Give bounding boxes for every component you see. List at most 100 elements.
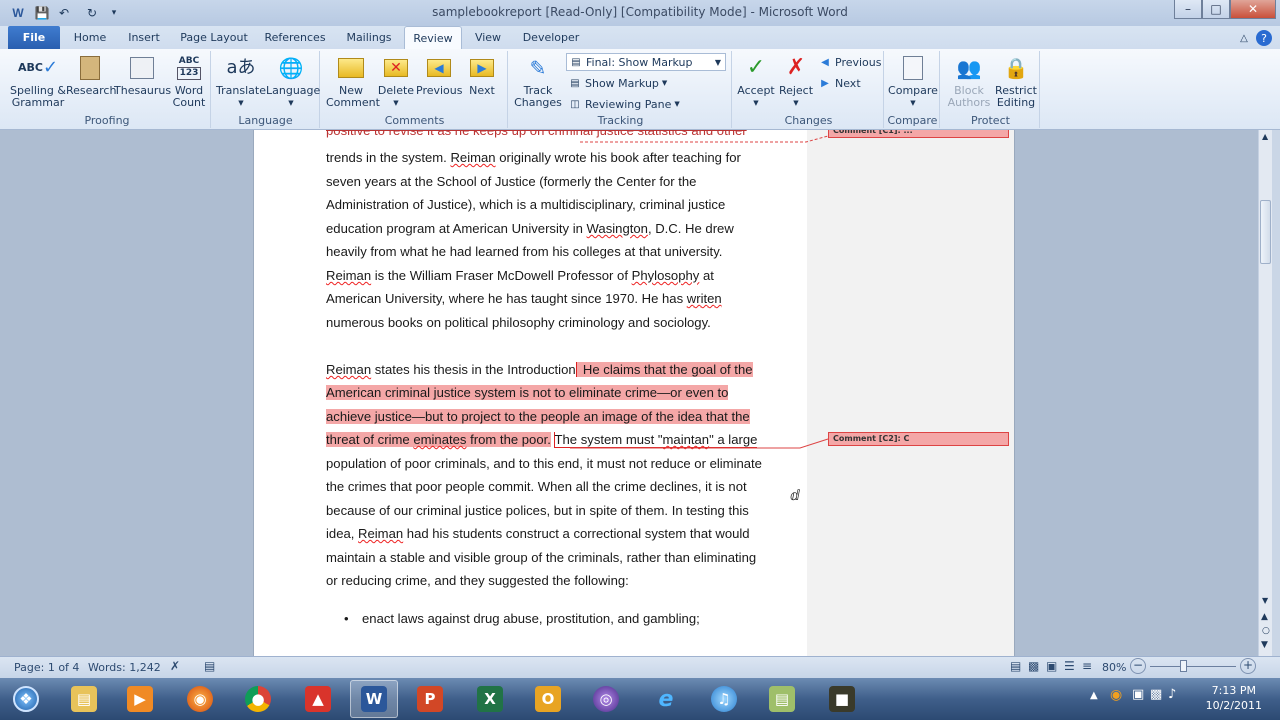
zoom-out-button[interactable]: − [1130, 658, 1146, 674]
comment-anchor-2[interactable]: The system must "maintan" a large [553, 432, 758, 448]
restrict-editing-button[interactable]: 🔒 Restrict Editing [994, 53, 1038, 109]
text-line: Reiman is the William Fraser McDowell Pr… [326, 268, 714, 283]
taskbar-app-red[interactable]: ▲ [294, 680, 342, 718]
scrollbar-thumb[interactable] [1260, 200, 1271, 264]
page-count[interactable]: Page: 1 of 4 [14, 661, 79, 674]
taskbar-app-purple[interactable]: ◎ [582, 680, 630, 718]
tab-page-layout[interactable]: Page Layout [176, 26, 252, 49]
misspelled-word[interactable]: Reiman [326, 268, 371, 283]
taskbar-firefox[interactable]: ◉ [176, 680, 224, 718]
tab-mailings[interactable]: Mailings [338, 26, 400, 49]
word-count[interactable]: Words: 1,242 [88, 661, 161, 674]
web-layout-icon[interactable]: ▣ [1046, 659, 1057, 673]
previous-page-icon[interactable]: ▲ [1261, 612, 1268, 622]
tab-view[interactable]: View [468, 26, 508, 49]
taskbar-excel[interactable]: X [466, 680, 514, 718]
thesaurus-button[interactable]: Thesaurus [114, 53, 171, 97]
tab-references[interactable]: References [260, 26, 330, 49]
display-for-review-select[interactable]: ▤ Final: Show Markup ▼ [566, 53, 726, 71]
itunes-icon: ♫ [711, 686, 737, 712]
delete-comment-button[interactable]: ✕ Delete ▼ [376, 53, 416, 109]
next-comment-button[interactable]: ▶ Next [462, 53, 502, 97]
print-layout-view-icon[interactable]: ▤ [1010, 659, 1021, 673]
document-page[interactable]: positive to revise it as he keeps up on … [253, 130, 807, 656]
zoom-level[interactable]: 80% [1102, 661, 1126, 674]
previous-change-button[interactable]: ◀ Previous [818, 53, 881, 71]
browse-object-icon[interactable]: ○ [1262, 626, 1270, 636]
zoom-slider-thumb[interactable] [1180, 660, 1187, 672]
macro-record-icon[interactable]: ▤ [204, 659, 215, 673]
comment-anchor[interactable]: He claims that the goal of the [575, 362, 753, 377]
tray-app-icon[interactable]: ◉ [1110, 687, 1122, 703]
misspelled-word[interactable]: Reiman [450, 150, 495, 165]
taskbar-explorer[interactable]: ▤ [60, 680, 108, 718]
zoom-in-button[interactable]: + [1240, 658, 1256, 674]
next-page-icon[interactable]: ▼ [1261, 640, 1268, 650]
help-icon[interactable]: ? [1256, 30, 1272, 46]
next-change-button[interactable]: ▶ Next [818, 74, 861, 92]
misspelled-word[interactable]: Reiman [326, 362, 371, 377]
text-line: heavily from what he had learned from hi… [326, 244, 723, 259]
new-comment-button[interactable]: New Comment [326, 53, 380, 109]
previous-comment-button[interactable]: ◀ Previous [416, 53, 463, 97]
taskbar-notes[interactable]: ▤ [758, 680, 806, 718]
comment-balloon-2[interactable]: Comment [C2]: C [828, 432, 1009, 446]
document-area[interactable]: positive to revise it as he keeps up on … [0, 130, 1258, 656]
reject-button[interactable]: ✗ Reject ▼ [776, 53, 816, 109]
close-button[interactable]: ✕ [1230, 0, 1276, 19]
draft-view-icon[interactable]: ≡ [1082, 659, 1092, 673]
compare-button[interactable]: Compare ▼ [888, 53, 938, 109]
start-button[interactable]: ❖ [2, 680, 50, 718]
scroll-up-icon[interactable]: ▲ [1262, 132, 1268, 141]
maximize-button[interactable]: □ [1202, 0, 1230, 19]
tab-insert[interactable]: Insert [120, 26, 168, 49]
group-label-language: Language [238, 114, 293, 127]
clock-date: 10/2/2011 [1205, 699, 1262, 712]
tab-developer[interactable]: Developer [518, 26, 584, 49]
proofing-status-icon[interactable]: ✗ [170, 659, 180, 673]
minimize-ribbon-icon[interactable]: △ [1236, 30, 1252, 46]
taskbar-itunes[interactable]: ♫ [700, 680, 748, 718]
language-button[interactable]: 🌐 Language ▼ [266, 53, 320, 109]
speaker-icon[interactable]: ♪ [1168, 687, 1176, 702]
group-comments: New Comment ✕ Delete ▼ ◀ Previous ▶ Next… [322, 51, 508, 128]
reviewing-pane-dropdown-icon: ▼ [674, 100, 680, 108]
tray-volume-icon[interactable]: ▣ [1132, 687, 1144, 702]
vertical-scrollbar[interactable]: ▲ ▼ ▲ ○ ▼ [1258, 130, 1272, 656]
comment-balloon-1[interactable]: Comment [C1]: ... [828, 130, 1009, 138]
zoom-slider-track[interactable] [1150, 666, 1236, 667]
translate-button[interactable]: aあ Translate ▼ [216, 53, 266, 109]
scroll-down-icon[interactable]: ▼ [1262, 596, 1268, 605]
reviewing-pane-button[interactable]: ◫ Reviewing Pane ▼ [568, 95, 680, 113]
taskbar-media-player[interactable]: ▶ [116, 680, 164, 718]
taskbar-app-dark[interactable]: ■ [818, 680, 866, 718]
full-screen-reading-icon[interactable]: ▩ [1028, 659, 1039, 673]
taskbar-internet-explorer[interactable]: e [642, 680, 690, 718]
misspelled-word[interactable]: writen [687, 291, 722, 306]
tray-network-icon[interactable]: ▩ [1150, 687, 1162, 702]
track-changes-button[interactable]: ✎ Track Changes [514, 53, 562, 109]
taskbar-clock[interactable]: 7:13 PM 10/2/2011 [1206, 683, 1262, 713]
misspelled-word[interactable]: Phylosophy [632, 268, 700, 283]
show-hidden-icons-icon[interactable]: ▲ [1090, 690, 1098, 701]
text-line: population of poor criminals, and to thi… [326, 456, 762, 471]
taskbar-powerpoint[interactable]: P [406, 680, 454, 718]
show-markup-button[interactable]: ▤ Show Markup ▼ [568, 74, 667, 92]
misspelled-word[interactable]: Reiman [358, 526, 403, 541]
research-button[interactable]: Research [66, 53, 116, 97]
misspelled-word[interactable]: Wasington [587, 221, 648, 236]
accept-button[interactable]: ✓ Accept ▼ [736, 53, 776, 109]
spelling-grammar-button[interactable]: ABC ✓ Spelling & Grammar [10, 53, 66, 109]
tab-file[interactable]: File [8, 26, 60, 49]
taskbar-word[interactable]: W [350, 680, 398, 718]
minimize-button[interactable]: – [1174, 0, 1202, 19]
word-count-button[interactable]: ABC 123 Word Count [170, 53, 208, 109]
tab-home[interactable]: Home [66, 26, 114, 49]
misspelled-word[interactable]: maintan [663, 432, 710, 447]
misspelled-word[interactable]: eminates [413, 432, 466, 447]
tab-review[interactable]: Review [404, 26, 462, 50]
taskbar-chrome[interactable]: ● [234, 680, 282, 718]
outline-view-icon[interactable]: ☰ [1064, 659, 1075, 673]
block-authors-button[interactable]: 👥 Block Authors [944, 53, 994, 109]
taskbar-outlook[interactable]: O [524, 680, 572, 718]
